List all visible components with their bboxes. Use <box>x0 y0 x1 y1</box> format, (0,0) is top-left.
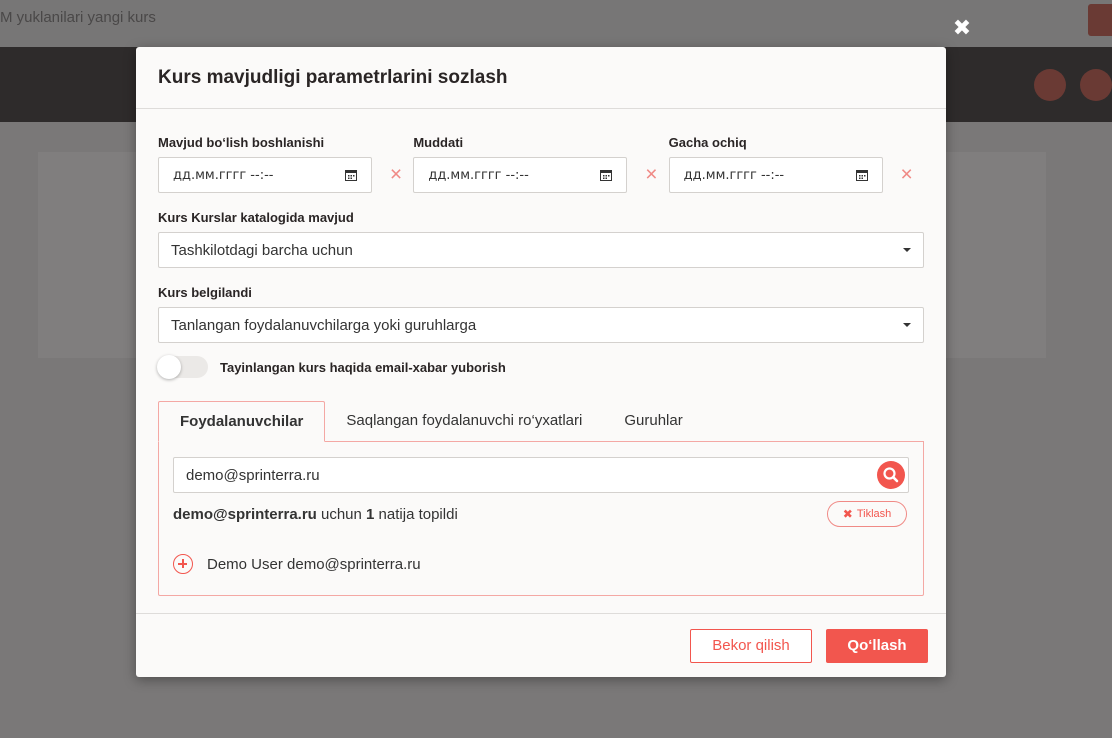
search-result-text: demo@sprinterra.ru uchun 1 natija topild… <box>173 506 458 523</box>
user-name: Demo User demo@sprinterra.ru <box>207 555 421 573</box>
result-query: demo@sprinterra.ru <box>173 505 317 523</box>
calendar-icon[interactable] <box>855 169 868 181</box>
cancel-button[interactable]: Bekor qilish <box>690 628 812 663</box>
reset-label: Tiklash <box>856 508 892 520</box>
assigned-select-value: Tanlangan foydalanuvchilarga yoki guruhl… <box>171 316 477 334</box>
catalog-availability-block: Kurs Kurslar katalogida mavjud Tashkilot… <box>158 210 924 268</box>
due-date-input[interactable]: дд.мм.гггг --:-- <box>413 157 628 193</box>
catalog-label: Kurs Kurslar katalogida mavjud <box>158 210 354 225</box>
tab-groups[interactable]: Guruhlar <box>603 401 703 442</box>
catalog-select-value: Tashkilotdagi barcha uchun <box>171 241 353 259</box>
clear-open-until-date-icon[interactable]: × <box>899 164 915 185</box>
date-label-start: Mavjud bo‘lish boshlanishi <box>158 135 325 150</box>
search-icon <box>883 467 899 483</box>
assigned-block: Kurs belgilandi Tanlangan foydalanuvchil… <box>158 285 924 343</box>
result-suffix: natija topildi <box>374 505 458 523</box>
open-until-date-input[interactable]: дд.мм.гггг --:-- <box>668 157 883 193</box>
close-modal-icon[interactable]: ✖ <box>952 17 972 39</box>
assigned-label: Kurs belgilandi <box>158 285 252 300</box>
clear-due-date-icon[interactable]: × <box>643 164 659 185</box>
tab-saved-user-lists[interactable]: Saqlangan foydalanuvchi ro‘yxatlari <box>325 401 603 442</box>
modal-title: Kurs mavjudligi parametrlarini sozlash <box>158 67 508 88</box>
modal-header: Kurs mavjudligi parametrlarini sozlash <box>136 47 946 109</box>
modal-footer: Bekor qilish Qo‘llash <box>136 613 946 677</box>
date-group-due: Muddati дд.мм.гггг --:-- × <box>413 135 668 193</box>
open-until-date-placeholder: дд.мм.гггг --:-- <box>683 167 785 183</box>
tab-users[interactable]: Foydalanuvchilar <box>158 401 326 442</box>
background-topbar: M yuklanilari yangi kurs <box>0 0 1112 47</box>
date-label-open-until: Gacha ochiq <box>668 135 747 150</box>
date-label-due: Muddati <box>413 135 464 150</box>
background-page-title: M yuklanilari yangi kurs <box>0 9 156 26</box>
date-group-start: Mavjud bo‘lish boshlanishi дд.мм.гггг --… <box>158 135 413 193</box>
result-mid-text: uchun <box>316 505 367 523</box>
apply-button[interactable]: Qo‘llash <box>826 628 928 663</box>
chevron-down-icon <box>903 248 911 252</box>
background-avatar <box>1034 69 1066 101</box>
user-search-value: demo@sprinterra.ru <box>186 466 320 484</box>
close-icon: ✖ <box>842 507 853 521</box>
users-tab-panel: demo@sprinterra.ru demo@sprinterra.ru uc… <box>158 441 924 596</box>
search-result-row: demo@sprinterra.ru uchun 1 natija topild… <box>173 501 909 527</box>
reset-search-button[interactable]: ✖ Tiklash <box>827 501 907 527</box>
calendar-icon[interactable] <box>600 169 613 181</box>
clear-start-date-icon[interactable]: × <box>388 164 404 185</box>
background-user-badge <box>1088 4 1112 36</box>
date-group-open-until: Gacha ochiq дд.мм.гггг --:-- × <box>668 135 924 193</box>
email-notification-label: Tayinlangan kurs haqida email-xabar yubo… <box>220 359 506 375</box>
tabs: Foydalanuvchilar Saqlangan foydalanuvchi… <box>158 401 924 442</box>
email-notification-row: Tayinlangan kurs haqida email-xabar yubo… <box>157 355 924 379</box>
due-date-placeholder: дд.мм.гггг --:-- <box>428 167 529 183</box>
add-user-icon[interactable] <box>173 554 193 574</box>
availability-modal: Kurs mavjudligi parametrlarini sozlash M… <box>136 47 946 677</box>
catalog-select[interactable]: Tashkilotdagi barcha uchun <box>158 232 924 268</box>
start-date-input[interactable]: дд.мм.гггг --:-- <box>158 157 372 193</box>
user-search-input[interactable]: demo@sprinterra.ru <box>173 457 909 493</box>
toggle-knob <box>157 355 181 379</box>
background-avatar <box>1080 69 1112 101</box>
search-button[interactable] <box>877 461 905 489</box>
chevron-down-icon <box>903 323 911 327</box>
modal-body: Mavjud bo‘lish boshlanishi дд.мм.гггг --… <box>136 109 946 613</box>
user-list-item: Demo User demo@sprinterra.ru <box>173 554 909 574</box>
email-notification-toggle[interactable] <box>157 355 208 379</box>
calendar-icon[interactable] <box>345 169 357 181</box>
assigned-select[interactable]: Tanlangan foydalanuvchilarga yoki guruhl… <box>158 307 924 343</box>
start-date-placeholder: дд.мм.гггг --:-- <box>173 167 274 183</box>
date-fields: Mavjud bo‘lish boshlanishi дд.мм.гггг --… <box>158 135 924 193</box>
